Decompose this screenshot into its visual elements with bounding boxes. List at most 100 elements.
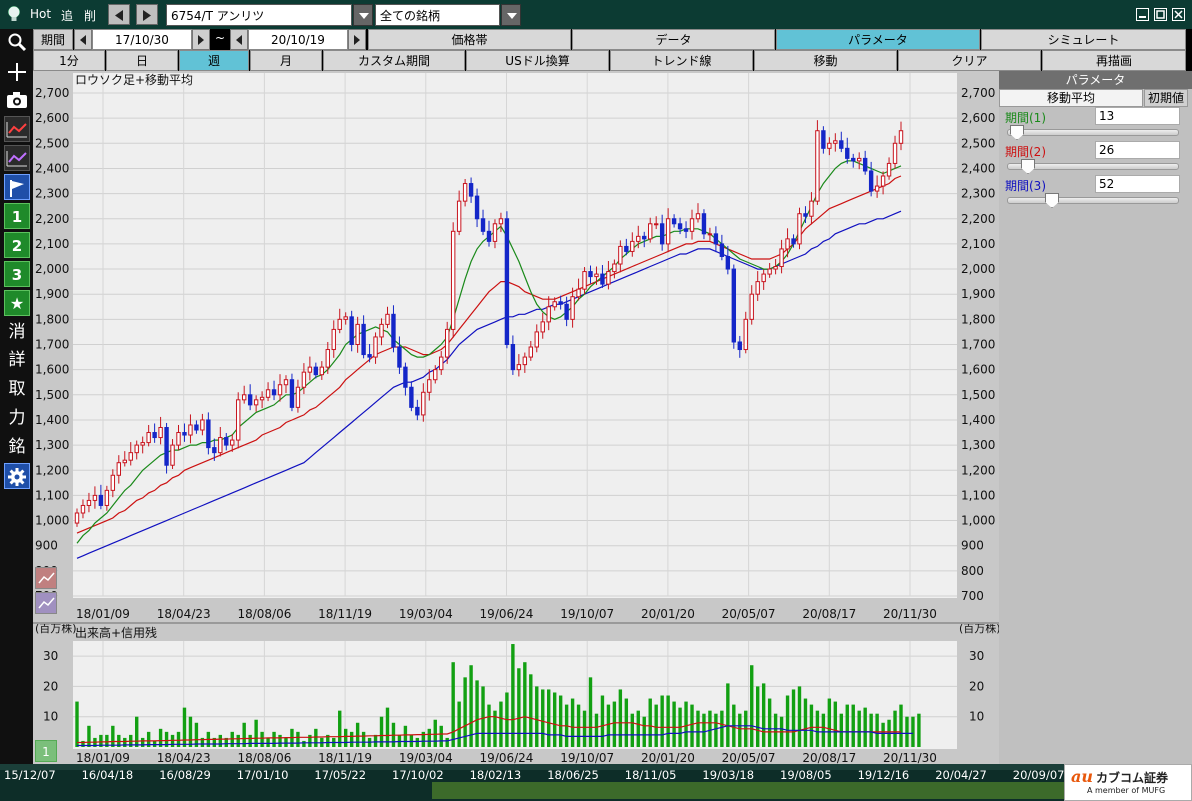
tab-price-range[interactable]: 価格帯 <box>368 29 571 50</box>
date-from-input[interactable]: 17/10/30 <box>92 29 192 50</box>
camera-tool[interactable] <box>4 87 30 113</box>
tool-2-button[interactable]: 2 <box>4 232 30 258</box>
reset-default-button[interactable]: 初期値 <box>1144 89 1188 107</box>
param-1-slider[interactable] <box>1007 129 1179 136</box>
clear-button[interactable]: クリア <box>898 50 1041 71</box>
star-tool[interactable]: ★ <box>4 290 30 316</box>
param-3-slider-thumb[interactable] <box>1045 193 1059 208</box>
arrow-left-icon <box>80 35 86 45</box>
param-2-slider-thumb[interactable] <box>1021 159 1035 174</box>
tool-3-button[interactable]: 3 <box>4 261 30 287</box>
candle-body <box>546 306 551 323</box>
close-button[interactable] <box>1172 8 1185 21</box>
brand-button[interactable]: 銘 <box>4 434 30 460</box>
volume-y-axis-right: 10 20 30 <box>969 649 984 724</box>
param-1-input[interactable]: 13 <box>1095 107 1180 125</box>
candle-body <box>642 235 647 240</box>
interval-month[interactable]: 月 <box>250 50 322 71</box>
prev-symbol-button[interactable] <box>108 4 130 25</box>
tab-moving-average[interactable]: 移動平均 <box>999 89 1143 107</box>
timeline-date-label: 19/03/18 <box>702 768 755 782</box>
overview-timeline[interactable]: 15/12/07 16/04/18 16/08/29 17/01/10 17/05/22… <box>0 764 1192 801</box>
candle-body <box>152 432 157 439</box>
candle-body <box>355 323 360 346</box>
date-to-next-button[interactable] <box>348 29 366 50</box>
candle-body <box>373 336 378 358</box>
candle-body <box>636 235 641 242</box>
detail-button[interactable]: 詳 <box>4 347 30 373</box>
trade-button[interactable]: 取 <box>4 376 30 402</box>
volume-bar <box>636 710 640 747</box>
volume-bar <box>869 713 873 747</box>
line-chart-tool-2[interactable] <box>4 145 30 171</box>
candle-body <box>158 426 163 439</box>
tab-simulate[interactable]: シミュレート <box>981 29 1186 50</box>
candle-body <box>385 313 390 325</box>
volume-bar <box>529 674 533 747</box>
interval-day[interactable]: 日 <box>106 50 178 71</box>
date-to-input[interactable]: 20/10/19 <box>248 29 348 50</box>
arrow-right-icon <box>354 35 360 45</box>
symbol-input[interactable]: 6754/T アンリツ <box>166 4 352 26</box>
add-button[interactable]: 追 <box>61 7 73 24</box>
flag-tool[interactable] <box>4 174 30 200</box>
line-chart-red-icon <box>6 122 27 138</box>
volume-bar <box>188 716 193 747</box>
delete-button[interactable]: 削 <box>84 7 96 24</box>
volume-tool-1-button[interactable]: 1 <box>35 740 57 762</box>
trendline-button[interactable]: トレンド線 <box>610 50 753 71</box>
hot-button[interactable]: Hot <box>30 7 51 21</box>
volume-bar <box>893 710 897 747</box>
list-select[interactable]: 全ての銘柄 <box>375 4 500 26</box>
candle-body <box>367 354 372 358</box>
redraw-button[interactable]: 再描画 <box>1042 50 1186 71</box>
volume-bar <box>552 692 557 747</box>
price-volume-chart[interactable]: 700 800 900 1,000 1,100 1,200 1,300 1,400 1,500 1… <box>33 71 999 764</box>
tab-data[interactable]: データ <box>572 29 775 50</box>
line-chart-tool[interactable] <box>4 116 30 142</box>
maximize-button[interactable] <box>1154 8 1167 21</box>
date-from-prev-button[interactable] <box>74 29 92 50</box>
candle-body <box>857 157 862 162</box>
volume-bar <box>343 728 348 747</box>
param-2-input[interactable]: 26 <box>1095 141 1180 159</box>
volume-bar <box>797 686 802 747</box>
date-to-prev-button[interactable] <box>230 29 248 50</box>
chart-type-button-2[interactable] <box>35 592 57 614</box>
list-dropdown-button[interactable] <box>501 4 521 26</box>
minimize-button[interactable] <box>1136 8 1149 21</box>
candle-body <box>624 245 629 252</box>
param-1-slider-thumb[interactable] <box>1010 125 1024 140</box>
lightbulb-icon[interactable] <box>5 5 23 23</box>
candle-body <box>439 356 444 371</box>
candle-body <box>504 218 510 345</box>
symbol-dropdown-button[interactable] <box>353 4 373 26</box>
timeline-date-label: 20/09/07 <box>1012 768 1065 782</box>
price-y-tick-label: 1,000 <box>35 514 69 528</box>
chart-type-button-1[interactable] <box>35 567 57 589</box>
candle-body <box>319 366 325 376</box>
price-y-tick-label: 1,300 <box>35 438 69 452</box>
date-from-next-button[interactable] <box>192 29 210 50</box>
interval-custom[interactable]: カスタム期間 <box>323 50 465 71</box>
move-button[interactable]: 移動 <box>754 50 897 71</box>
next-symbol-button[interactable] <box>136 4 158 25</box>
param-3-slider[interactable] <box>1007 197 1179 204</box>
volume-bar <box>457 701 461 747</box>
timeline-selected-range[interactable] <box>432 782 1064 799</box>
tool-1-button[interactable]: 1 <box>4 203 30 229</box>
settings-tool[interactable] <box>4 463 30 489</box>
usd-convert-button[interactable]: USドル換算 <box>466 50 609 71</box>
tab-parameter[interactable]: パラメータ <box>776 29 980 50</box>
search-tool[interactable] <box>4 29 30 55</box>
price-y-tick-label: 800 <box>961 564 984 578</box>
erase-button[interactable]: 消 <box>4 319 30 345</box>
interval-week[interactable]: 週 <box>179 50 249 71</box>
interval-1min[interactable]: 1分 <box>33 50 105 71</box>
title-bar: Hot 追 削 6754/T アンリツ 全ての銘柄 <box>0 0 1192 29</box>
param-3-input[interactable]: 52 <box>1095 175 1180 193</box>
chart-separator[interactable] <box>33 622 999 624</box>
power-button[interactable]: 力 <box>4 405 30 431</box>
candle-body <box>600 273 605 285</box>
crosshair-tool[interactable] <box>4 59 30 85</box>
